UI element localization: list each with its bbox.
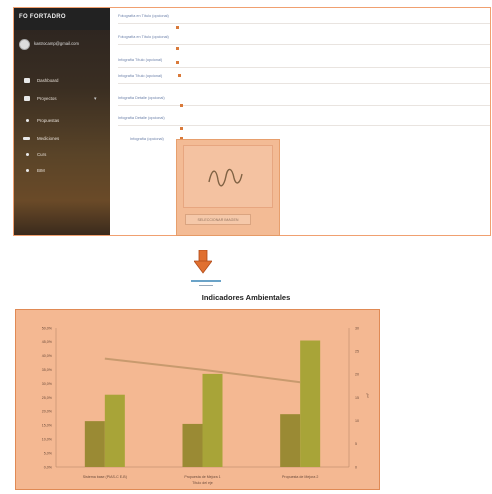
bar [104,394,125,467]
field-underline [118,44,490,45]
y-left-tick-label: 15,0% [42,424,53,428]
y-left-tick-label: 5,0% [44,451,53,455]
y-left-tick-label: 0,0% [44,465,53,469]
chart-title: Indicadores Ambientales [201,293,291,302]
field-underline [118,23,490,24]
folder-icon [24,96,30,101]
dot-icon [26,119,29,122]
y-right-axis-label: m² [366,393,370,398]
y-left-tick-label: 30,0% [42,382,53,386]
chevron-down-icon: ▾ [94,96,97,102]
y-left-tick-label: 35,0% [42,368,53,372]
photo-field[interactable]: Fotografía en Título (opcional) [118,35,490,55]
avatar [19,39,30,50]
upload-indicator-icon [178,74,181,77]
y-left-tick-label: 45,0% [42,340,53,344]
image-preview[interactable] [183,145,273,208]
x-tick-label: Propuesta de Mejora 2 [282,475,318,479]
image-upload-panel[interactable]: SELECCIONAR IMAGEN [176,139,280,236]
field-label: Infografía (opcional) [130,137,164,141]
upload-indicator-icon [176,26,179,29]
sidebar-item-curs[interactable]: Curs [14,149,110,161]
y-right-tick-label: 10 [355,419,359,423]
upload-indicator-icon [180,127,183,130]
y-right-tick-label: 0 [355,465,357,469]
infographic-detail-field[interactable]: Infografía Detalle (opcional) [118,116,490,136]
upload-indicator-icon [176,47,179,50]
upload-indicator-icon [176,61,179,64]
field-underline [118,67,490,68]
field-label: Infografía Título (opcional) [118,58,163,62]
x-axis-label: Título del eje [192,481,213,485]
field-label: Infografía Título (opcional) [118,74,163,78]
sidebar-item-label: Curs [37,152,47,157]
sidebar-item-propuestas[interactable]: Propuestas [14,115,110,127]
bar [300,340,321,467]
sidebar-item-label: Mediciones [37,136,60,141]
field-underline [118,83,490,84]
sidebar-item-dashboard[interactable]: Dashboard [14,75,110,87]
bar [182,423,203,467]
chart-area: 0,0% 5,0% 10,0% 15,0% 20,0% 25,0% 30,0% 35,0% 40… [15,309,380,490]
y-left-tick-label: 10,0% [42,438,53,442]
field-label: Fotografía en Título (opcional) [118,35,169,39]
y-right-tick-label: 25 [355,349,359,353]
sidebar-item-proyectos[interactable]: Proyectos ▾ [14,93,110,105]
y-left-tick-label: 25,0% [42,396,53,400]
x-tick-label: Propuesta de Mejora 1 [184,475,220,479]
bim-icon [26,169,29,172]
field-underline [118,125,490,126]
field-label: Infografía Detalle (opcional) [118,96,165,100]
bar-chart: 0,0% 5,0% 10,0% 15,0% 20,0% 25,0% 30,0% 35,0% 40… [42,326,370,485]
y-right-tick-label: 15 [355,396,359,400]
sidebar-item-label: Proyectos [37,96,57,101]
bar [84,421,105,467]
sidebar-item-mediciones[interactable]: Mediciones [14,133,110,145]
signature-icon [208,168,243,187]
infographic-field[interactable]: Infografía Título (opcional) [118,74,490,94]
y-right-tick-label: 30 [355,326,359,330]
dot-icon [26,153,29,156]
upload-indicator-icon [180,104,183,107]
photo-field[interactable]: Fotografía en Título (opcional) [118,14,490,34]
down-arrow-icon [194,250,212,274]
dashboard-icon [24,78,30,83]
bar [280,414,301,467]
field-label: Infografía Detalle (opcional) [118,116,165,120]
infographic-detail-field[interactable]: Infografía Detalle (opcional) [118,96,490,116]
x-tick-label: Sistema base (PIAS-C E-B) [83,475,127,479]
sidebar-item-label: BIM [37,168,45,173]
select-image-button[interactable]: SELECCIONAR IMAGEN [185,214,251,225]
y-left-tick-label: 50,0% [42,326,53,330]
brand-logo[interactable]: FO FORTADRO [19,14,66,20]
y-right-tick-label: 20 [355,373,359,377]
field-underline [118,105,490,106]
infographic-field[interactable]: Infografía (opcional) [118,137,490,157]
sidebar-item-label: Dashboard [37,78,59,83]
sidebar-item-bim[interactable]: BIM [14,165,110,177]
user-profile[interactable]: kastrocamp@gmail.com [17,38,107,52]
sidebar-item-label: Propuestas [37,118,60,123]
user-email: kastrocamp@gmail.com [34,41,79,46]
sidebar-header: FO FORTADRO [14,8,110,30]
sidebar: FO FORTADRO kastrocamp@gmail.com Dashboa… [14,8,110,235]
field-label: Fotografía en Título (opcional) [118,14,169,18]
bar [202,373,223,467]
y-left-tick-label: 40,0% [42,354,53,358]
y-right-tick-label: 5 [355,442,357,446]
chart-logo-icon [191,280,221,286]
y-left-tick-label: 20,0% [42,410,53,414]
measure-icon [23,137,30,140]
